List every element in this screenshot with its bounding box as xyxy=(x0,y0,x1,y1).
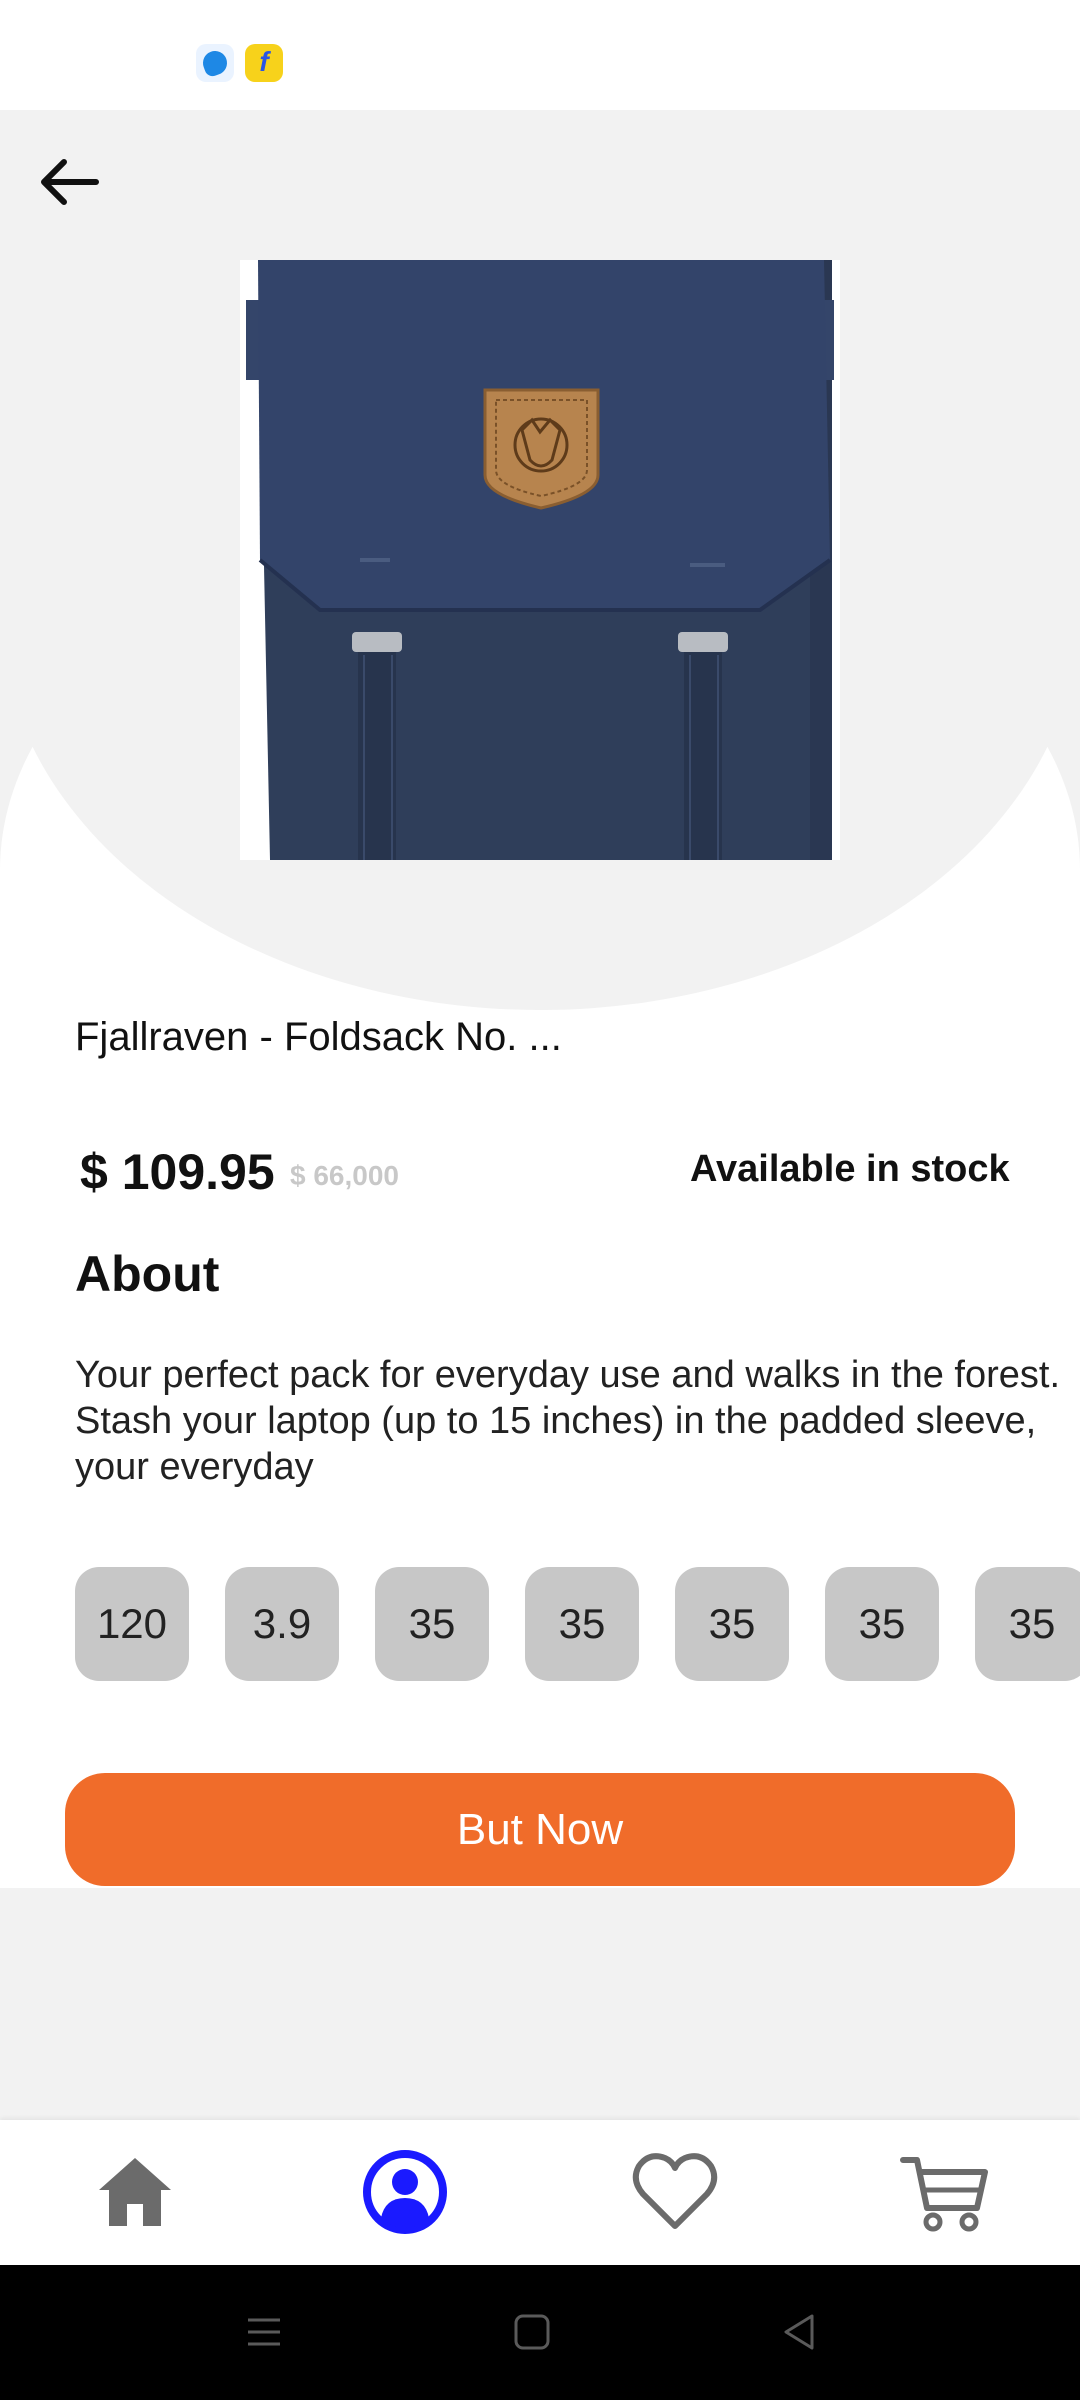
option-chip-list: 120 3.9 35 35 35 35 35 xyxy=(75,1567,1080,1681)
back-triangle-icon xyxy=(784,2314,814,2350)
product-price: $ 109.95 xyxy=(80,1144,275,1200)
option-chip[interactable]: 3.9 xyxy=(225,1567,339,1681)
option-chip[interactable]: 35 xyxy=(525,1567,639,1681)
arrow-left-icon xyxy=(41,159,99,205)
heart-icon xyxy=(632,2153,718,2229)
product-description: Your perfect pack for everyday use and w… xyxy=(75,1354,1061,1488)
product-image xyxy=(240,260,840,860)
status-bar: f xyxy=(0,0,1080,110)
option-chip[interactable]: 35 xyxy=(975,1567,1080,1681)
notification-app-icon xyxy=(196,44,234,82)
nav-profile[interactable] xyxy=(355,2142,455,2242)
system-back-button[interactable] xyxy=(770,2302,830,2362)
stock-status: Available in stock xyxy=(690,1148,1010,1190)
system-menu-button[interactable] xyxy=(234,2302,294,2362)
user-icon xyxy=(363,2150,447,2234)
about-heading: About xyxy=(75,1246,220,1302)
cart-icon xyxy=(900,2157,988,2232)
nav-favorites[interactable] xyxy=(625,2142,725,2242)
option-chip[interactable]: 35 xyxy=(375,1567,489,1681)
option-chip[interactable]: 120 xyxy=(75,1567,189,1681)
backpack-image xyxy=(240,260,840,860)
back-button[interactable] xyxy=(30,145,110,225)
system-home-button[interactable] xyxy=(502,2302,562,2362)
menu-icon xyxy=(248,2318,280,2346)
home-icon xyxy=(99,2158,171,2226)
option-chip[interactable]: 35 xyxy=(825,1567,939,1681)
nav-cart[interactable] xyxy=(895,2142,995,2242)
option-chip[interactable]: 35 xyxy=(675,1567,789,1681)
flipkart-glyph: f xyxy=(259,46,269,77)
nav-home[interactable] xyxy=(85,2142,185,2242)
system-navigation-bar xyxy=(0,2265,1080,2400)
product-title: Fjallraven - Foldsack No. ... xyxy=(75,1015,562,1059)
product-detail-screen: f Fjallraven - Foldsack No. ... $ 109.95… xyxy=(0,0,1080,2400)
flipkart-icon: f xyxy=(245,44,283,82)
bottom-navigation xyxy=(0,2120,1080,2265)
original-price: $ 66,000 xyxy=(290,1160,399,1191)
home-square-icon xyxy=(514,2314,550,2350)
buy-now-button[interactable]: But Now xyxy=(65,1773,1015,1886)
